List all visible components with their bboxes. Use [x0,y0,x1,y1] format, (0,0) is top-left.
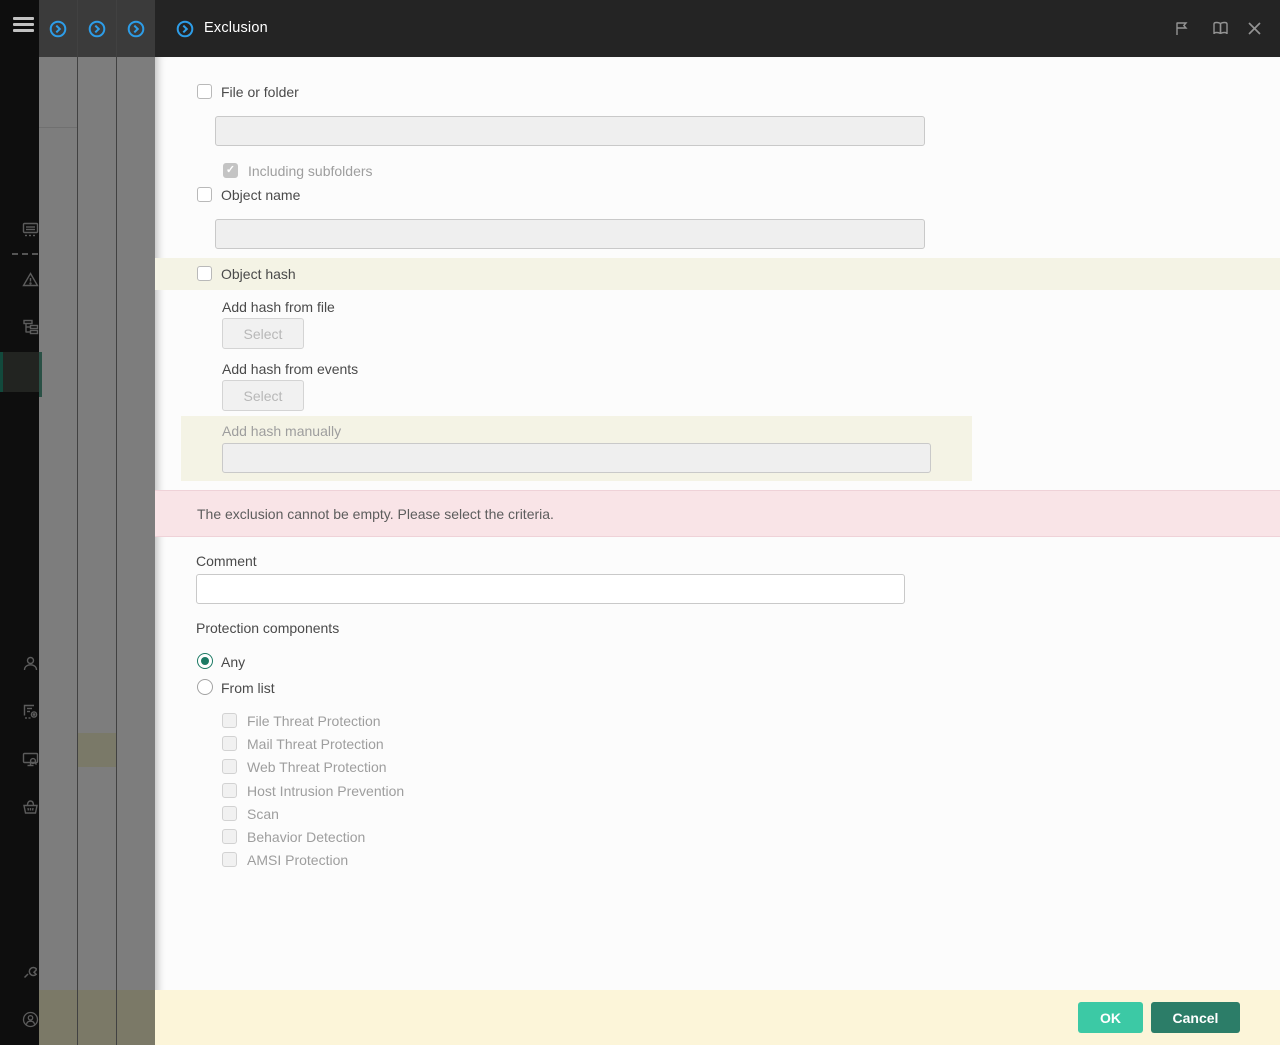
sidebar-item-selected[interactable] [0,352,39,392]
amsi-protection-label: AMSI Protection [247,852,348,868]
marketplace-basket-icon[interactable] [22,799,39,816]
alerts-warning-icon[interactable] [22,271,39,288]
web-threat-protection-checkbox[interactable] [222,759,237,774]
object-hash-highlight-row [155,258,1280,290]
dialog-title: Exclusion [204,20,268,36]
sidebar-divider [12,253,38,255]
select-hash-from-events-button[interactable]: Select [222,380,304,411]
exclusion-dialog-body: File or folder ✓ Including subfolders Ob… [155,57,1280,1045]
settings-wrench-icon[interactable] [22,963,39,980]
hierarchy-tree-icon[interactable] [22,319,39,336]
dialog-header: Exclusion [155,0,1280,57]
app-sidebar [0,0,39,1045]
stacked-dialog-tab-3[interactable] [117,0,155,57]
add-hash-from-events-label: Add hash from events [222,361,358,377]
protection-any-label[interactable]: Any [221,654,245,670]
add-hash-from-file-label: Add hash from file [222,299,335,315]
dialog-chevron-circle-icon [127,20,145,38]
object-name-input[interactable] [215,219,925,249]
file-or-folder-checkbox[interactable] [197,84,212,99]
mail-threat-protection-label: Mail Threat Protection [247,736,384,752]
dialog-chevron-circle-icon [176,20,194,38]
select-hash-from-file-button[interactable]: Select [222,318,304,349]
dimmed-highlight-row [78,733,116,767]
flag-icon[interactable] [1173,20,1190,37]
close-icon[interactable] [1246,20,1263,37]
host-intrusion-prevention-label: Host Intrusion Prevention [247,783,404,799]
stacked-dialogs-strip [39,0,155,1045]
stacked-dialog-tab-1[interactable] [39,0,77,57]
comment-input[interactable] [196,574,905,604]
object-name-label[interactable]: Object name [221,187,300,203]
file-or-folder-label[interactable]: File or folder [221,84,299,100]
object-hash-checkbox[interactable] [197,266,212,281]
behavior-detection-checkbox[interactable] [222,829,237,844]
mail-threat-protection-checkbox[interactable] [222,736,237,751]
scan-checkbox[interactable] [222,806,237,821]
device-tasks-icon[interactable] [22,751,39,768]
file-threat-protection-checkbox[interactable] [222,713,237,728]
protection-components-label: Protection components [196,620,339,636]
add-hash-manually-input[interactable] [222,443,931,473]
dimmed-footer [78,990,116,1045]
protection-any-radio[interactable] [197,653,213,669]
object-name-checkbox[interactable] [197,187,212,202]
protection-from-list-radio[interactable] [197,679,213,695]
amsi-protection-checkbox[interactable] [222,852,237,867]
dimmed-selection-marker [39,352,42,397]
account-icon[interactable] [22,1011,39,1028]
monitoring-icon[interactable] [22,221,39,238]
protection-from-list-label[interactable]: From list [221,680,275,696]
behavior-detection-label: Behavior Detection [247,829,365,845]
stacked-dialog-edge-1[interactable] [39,57,77,1045]
dialog-chevron-circle-icon [88,20,106,38]
object-hash-label[interactable]: Object hash [221,266,296,282]
file-or-folder-input[interactable] [215,116,925,146]
add-hash-manually-label: Add hash manually [222,423,341,439]
book-icon[interactable] [1212,20,1229,37]
dialog-footer: OK Cancel [155,990,1280,1045]
validation-error-banner: The exclusion cannot be empty. Please se… [155,490,1280,537]
dimmed-footer [39,990,77,1045]
stacked-dialog-edge-2[interactable] [78,57,116,1045]
comment-label: Comment [196,553,257,569]
users-icon[interactable] [22,655,39,672]
including-subfolders-checkbox[interactable]: ✓ [223,163,238,178]
stacked-dialog-tab-2[interactable] [78,0,116,57]
stacked-dialog-edge-3[interactable] [117,57,155,1045]
scan-label: Scan [247,806,279,822]
cancel-button[interactable]: Cancel [1151,1002,1240,1033]
including-subfolders-label: Including subfolders [248,163,373,179]
dialog-chevron-circle-icon [49,20,67,38]
web-threat-protection-label: Web Threat Protection [247,759,387,775]
file-threat-protection-label: File Threat Protection [247,713,381,729]
host-intrusion-prevention-checkbox[interactable] [222,783,237,798]
ok-button[interactable]: OK [1078,1002,1143,1033]
policies-settings-icon[interactable] [22,703,39,720]
validation-error-text: The exclusion cannot be empty. Please se… [197,506,554,522]
menu-icon[interactable] [13,17,34,32]
dimmed-footer [117,990,155,1045]
